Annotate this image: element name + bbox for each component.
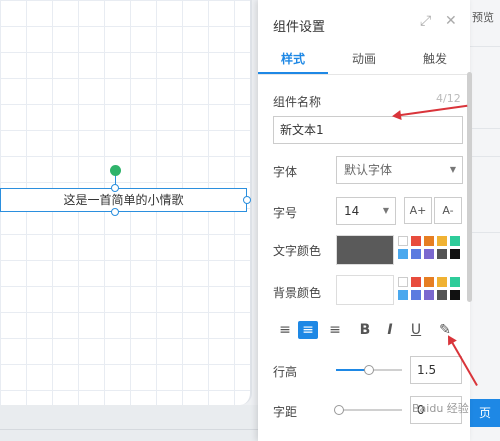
color-swatch[interactable] <box>411 236 421 246</box>
color-swatch[interactable] <box>450 236 460 246</box>
text-color-label: 文字颜色 <box>273 244 322 258</box>
color-swatch[interactable] <box>450 249 460 259</box>
font-select[interactable]: 默认字体 ▼ <box>336 156 463 184</box>
expand-icon[interactable]: ⤢ <box>420 13 431 29</box>
color-swatch[interactable] <box>398 290 408 300</box>
page-button[interactable]: 页 <box>470 399 500 427</box>
resize-handle-right[interactable] <box>243 196 251 204</box>
bg-color-label: 背景颜色 <box>273 286 322 300</box>
font-size-label: 字号 <box>273 206 298 220</box>
tab-style[interactable]: 样式 <box>258 50 328 67</box>
chevron-down-icon: ▼ <box>449 165 456 174</box>
color-swatch[interactable] <box>424 236 434 246</box>
close-icon[interactable]: ✕ <box>445 13 457 29</box>
font-label: 字体 <box>273 165 298 179</box>
color-swatch[interactable] <box>450 277 460 287</box>
align-right-icon[interactable]: ≡ <box>325 321 345 339</box>
color-swatch[interactable] <box>398 277 408 287</box>
letter-spacing-label: 字距 <box>273 405 298 419</box>
color-swatch[interactable] <box>411 277 421 287</box>
panel-scrollbar[interactable] <box>467 72 472 302</box>
decrease-font-button[interactable]: A- <box>434 197 462 224</box>
component-name-label: 组件名称 <box>273 95 322 109</box>
line-height-slider[interactable] <box>336 365 402 375</box>
line-height-slider-knob[interactable] <box>364 365 374 375</box>
rotate-handle[interactable] <box>110 165 121 176</box>
color-swatch[interactable] <box>424 249 434 259</box>
component-name-input[interactable]: 新文本1 <box>273 116 463 144</box>
color-swatch[interactable] <box>450 290 460 300</box>
font-select-value: 默认字体 <box>344 163 393 177</box>
letter-spacing-slider-knob[interactable] <box>334 405 344 415</box>
color-swatch[interactable] <box>437 277 447 287</box>
bg-color-swatch[interactable] <box>336 275 394 305</box>
name-char-count: 4/12 <box>436 92 461 105</box>
color-swatch[interactable] <box>398 249 408 259</box>
color-swatch[interactable] <box>411 249 421 259</box>
tab-trigger[interactable]: 触发 <box>400 50 470 67</box>
align-left-icon[interactable]: ≡ <box>275 321 295 339</box>
color-swatch[interactable] <box>437 236 447 246</box>
text-color-swatch[interactable] <box>336 235 394 265</box>
selected-text-element[interactable]: 这是一首简单的小情歌 <box>0 188 247 212</box>
underline-icon[interactable]: U <box>406 321 426 339</box>
color-swatch[interactable] <box>437 249 447 259</box>
panel-title: 组件设置 <box>273 20 326 35</box>
color-swatch[interactable] <box>424 277 434 287</box>
resize-handle-bottom[interactable] <box>111 208 119 216</box>
tab-animation[interactable]: 动画 <box>329 50 399 67</box>
watermark: Baidu 经验 <box>412 402 469 415</box>
line-height-input[interactable]: 1.5 <box>410 356 462 384</box>
component-settings-panel: 组件设置 ⤢ ✕ 样式 动画 触发 组件名称 4/12 新文本1 字体 默认字体… <box>258 0 472 441</box>
color-swatch[interactable] <box>424 290 434 300</box>
bottom-bar <box>0 405 258 441</box>
increase-font-button[interactable]: A+ <box>404 197 432 224</box>
chevron-down-icon: ▼ <box>382 206 389 215</box>
line-height-label: 行高 <box>273 365 298 379</box>
panel-tabs: 样式 动画 触发 <box>258 44 470 75</box>
color-swatch[interactable] <box>411 290 421 300</box>
font-size-value: 14 <box>344 204 360 218</box>
resize-handle-top[interactable] <box>111 184 119 192</box>
italic-icon[interactable]: I <box>380 321 400 339</box>
right-toolbar: 预览 <box>470 0 500 441</box>
font-size-select[interactable]: 14 ▼ <box>336 197 396 225</box>
color-swatch[interactable] <box>437 290 447 300</box>
bold-icon[interactable]: B <box>355 321 375 339</box>
letter-spacing-slider[interactable] <box>334 405 402 415</box>
color-swatch[interactable] <box>398 236 408 246</box>
align-center-icon[interactable]: ≡ <box>298 321 318 339</box>
active-tab-indicator <box>258 72 328 74</box>
preview-label[interactable]: 预览 <box>472 9 494 25</box>
